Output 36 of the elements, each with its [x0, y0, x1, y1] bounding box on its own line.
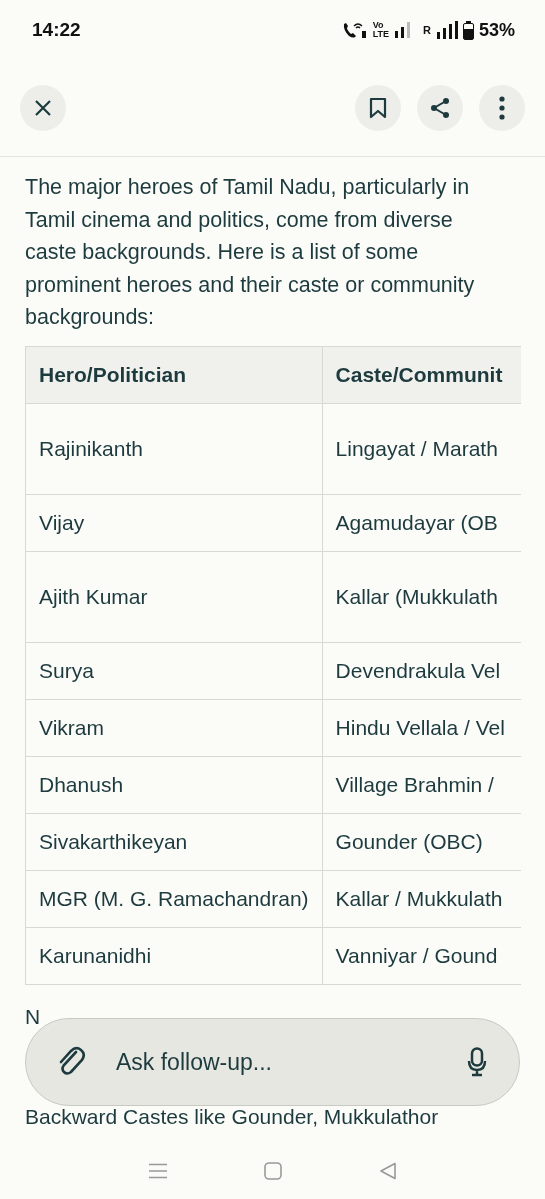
back-icon[interactable]: [378, 1162, 397, 1180]
signal-icon: [394, 22, 412, 38]
table-cell: Surya: [25, 642, 323, 699]
more-icon: [499, 96, 505, 120]
column-header: Caste/Communit: [322, 346, 521, 403]
close-icon: [34, 99, 52, 117]
column-header: Hero/Politician: [25, 346, 323, 403]
bookmark-button[interactable]: [355, 85, 401, 131]
home-icon[interactable]: [264, 1162, 283, 1180]
bookmark-icon: [369, 97, 387, 119]
table-cell: Karunanidhi: [25, 927, 323, 984]
clock-time: 14:22: [32, 19, 81, 41]
signal-icon: [435, 21, 458, 39]
share-button[interactable]: [417, 85, 463, 131]
lte-label: LTE: [372, 30, 389, 39]
table-cell: MGR (M. G. Ramachandran): [25, 870, 323, 927]
wifi-calling-icon: [341, 21, 368, 39]
table-cell: Dhanush: [25, 756, 323, 813]
answer-paragraph: The major heroes of Tamil Nadu, particularly in Tamil cinema and politics, come from diverse caste backgrounds. Here is a list of some prominent heroes and their caste or community backgrounds:: [25, 174, 476, 331]
battery-icon: [462, 20, 474, 40]
roaming-label: R: [423, 24, 431, 36]
battery-percent: 53%: [478, 19, 515, 41]
note-text: N: [25, 1004, 41, 1028]
table-cell: Rajinikanth: [25, 403, 323, 494]
note-text: Backward Castes like Gounder, Mukkulathor: [25, 1104, 439, 1128]
more-options-button[interactable]: [479, 85, 525, 131]
follow-up-input[interactable]: Ask follow-up...: [114, 1047, 467, 1077]
table-cell: Vijay: [25, 494, 323, 551]
table-cell: Vikram: [25, 699, 323, 756]
share-icon: [429, 97, 451, 119]
close-button[interactable]: [20, 85, 66, 131]
table-cell: Sivakarthikeyan: [25, 813, 323, 870]
volte-label: Vo: [372, 21, 385, 30]
menu-icon[interactable]: [148, 1163, 169, 1179]
microphone-icon[interactable]: [467, 1047, 487, 1077]
table-cell: Ajith Kumar: [25, 551, 323, 642]
